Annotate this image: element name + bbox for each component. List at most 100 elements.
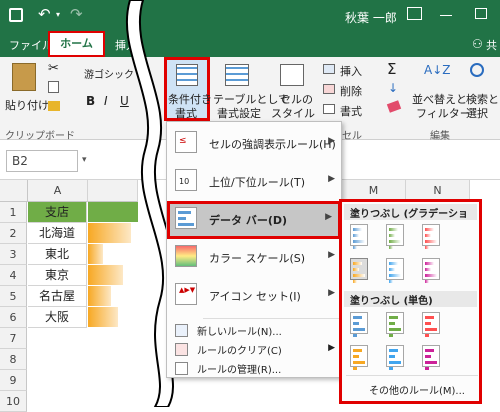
cell-styles-icon[interactable] [280,64,304,86]
data-bar-style-button[interactable] [350,258,368,283]
more-rules-item[interactable]: その他のルール(M)... [369,382,465,397]
cell-styles-label-2[interactable]: スタイル [271,105,315,121]
submenu-arrow-icon: ▶ [328,288,335,298]
ribbon-display-options-icon[interactable] [407,7,422,20]
cut-icon[interactable]: ✂ [48,61,59,76]
data-bar-style-button[interactable] [422,258,440,283]
branch-cell[interactable]: 北海道 [28,223,87,244]
data-bar-style-button[interactable] [386,312,404,337]
fill-icon[interactable]: ↓ [388,81,398,95]
row-header[interactable]: 5 [0,286,27,307]
maximize-icon[interactable] [475,8,487,19]
menu-item-new-rule[interactable]: 新しいルール(N)... [167,321,341,340]
menu-item-highlight-cells-rules[interactable]: ≤ セルの強調表示ルール(H) ▶ [167,125,341,163]
redo-icon[interactable]: ↷ [70,5,83,23]
sort-filter-icon[interactable]: A↓Z [424,63,450,77]
menu-item-color-scales[interactable]: カラー スケール(S) ▶ [167,239,341,277]
clear-rules-icon [175,343,188,356]
data-bar-style-button[interactable] [386,224,404,249]
data-bar-style-button[interactable] [350,312,368,337]
row-header[interactable]: 9 [0,370,27,391]
conditional-formatting-label-2: 書式 [175,107,197,120]
column-header-b[interactable] [88,180,138,202]
bold-button[interactable]: B [86,94,95,108]
find-select-label-2[interactable]: 選択 [466,105,488,121]
data-bar-style-button[interactable] [350,345,368,370]
tab-home[interactable]: ホーム [48,31,105,57]
submenu-arrow-icon: ▶ [325,212,332,222]
format-painter-icon[interactable] [48,101,60,111]
conditional-formatting-button[interactable]: 条件付き 書式 [164,57,212,121]
gradient-fill-header: 塗りつぶし (グラデーション) [344,204,477,235]
row-header[interactable]: 1 [0,202,27,223]
data-bar-style-button[interactable] [422,345,440,370]
name-box[interactable]: B2 [6,150,78,172]
branch-cell[interactable]: 名古屋 [28,286,87,307]
name-box-dropdown-icon[interactable]: ▾ [82,155,87,165]
format-icon[interactable] [323,104,335,114]
undo-dropdown-icon[interactable]: ▾ [56,10,60,19]
autosum-icon[interactable]: Σ [387,60,396,78]
format-as-table-icon[interactable] [225,64,249,86]
header-cell-b[interactable] [88,202,138,222]
color-scales-icon [175,245,197,267]
undo-icon[interactable]: ↶ [38,5,51,23]
menu-item-data-bars[interactable]: データ バー(D) ▶ [167,201,341,239]
delete-cells-button[interactable]: 削除 [340,83,362,99]
delete-icon[interactable] [323,84,335,94]
data-bar-style-button[interactable] [350,224,368,249]
select-all-corner[interactable] [0,180,28,202]
branch-cell[interactable]: 東京 [28,265,87,286]
insert-cells-button[interactable]: 挿入 [340,63,362,79]
share-icon[interactable]: ⚇ [472,37,483,51]
conditional-formatting-icon [176,64,198,86]
row-header[interactable]: 2 [0,223,27,244]
header-cell[interactable]: 支店 [28,202,87,223]
menu-separator [203,318,339,319]
paste-icon[interactable] [12,63,36,91]
sort-filter-label-2[interactable]: フィルター [416,105,471,121]
conditional-formatting-menu: ≤ セルの強調表示ルール(H) ▶ 10 上位/下位ルール(T) ▶ データ バ… [166,121,342,378]
row-header[interactable]: 8 [0,349,27,370]
submenu-arrow-icon: ▶ [328,343,335,353]
data-bar [88,265,123,285]
menu-item-clear-rules[interactable]: ルールのクリア(C) ▶ [167,340,341,359]
row-header[interactable]: 10 [0,391,27,412]
menu-item-top-bottom-rules[interactable]: 10 上位/下位ルール(T) ▶ [167,163,341,201]
manage-rules-icon [175,362,188,375]
submenu-arrow-icon: ▶ [328,136,335,146]
copy-icon[interactable] [48,81,59,93]
row-header[interactable]: 4 [0,265,27,286]
data-bar-style-button[interactable] [422,224,440,249]
share-button[interactable]: 共 [486,37,497,53]
find-select-icon[interactable] [470,63,484,77]
italic-button[interactable]: I [104,94,108,108]
tab-file[interactable]: ファイル [9,37,53,53]
underline-button[interactable]: U [120,94,129,108]
minimize-icon[interactable] [440,15,452,16]
menu-item-icon-sets[interactable]: ▲▶▼ アイコン セット(I) ▶ [167,277,341,315]
save-icon[interactable] [9,8,23,22]
data-bar [88,307,118,327]
format-cells-button[interactable]: 書式 [340,103,362,119]
tab-insert[interactable]: 挿入 [115,37,137,53]
row-header[interactable]: 7 [0,328,27,349]
font-name-box[interactable]: 游ゴシック [84,66,134,81]
menu-item-manage-rules[interactable]: ルールの管理(R)... [167,359,341,378]
row-header[interactable]: 3 [0,244,27,265]
data-bar [88,244,103,264]
insert-icon[interactable] [323,64,335,74]
new-rule-icon [175,324,188,337]
format-as-table-label-2[interactable]: 書式設定 [217,105,261,121]
data-bar-style-button[interactable] [386,258,404,283]
branch-cell[interactable]: 東北 [28,244,87,265]
user-name: 秋葉 一郎 [345,11,397,25]
column-header-a[interactable]: A [28,180,88,202]
row-header[interactable]: 6 [0,307,27,328]
data-bar-style-button[interactable] [386,345,404,370]
submenu-arrow-icon: ▶ [328,174,335,184]
branch-cell[interactable]: 大阪 [28,307,87,328]
data-bar-style-button[interactable] [422,312,440,337]
paste-button[interactable]: 貼り付け [5,97,49,113]
title-bar: ↶ ▾ ↷ 秋葉 一郎 [0,0,500,33]
